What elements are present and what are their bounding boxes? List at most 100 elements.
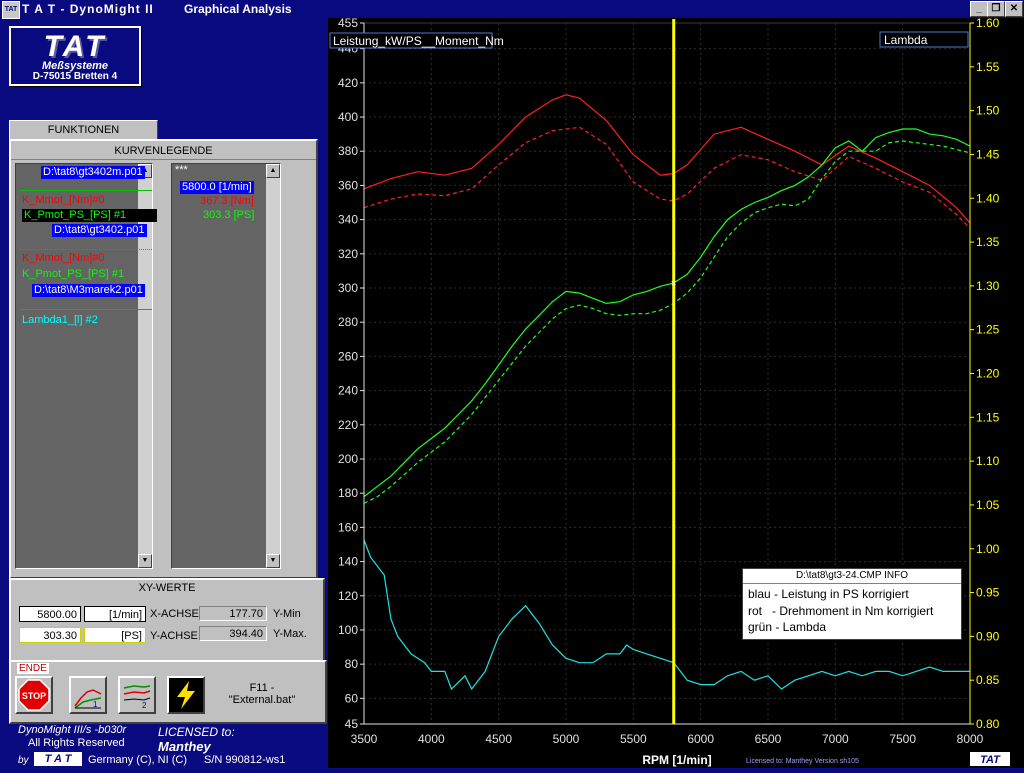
info-box: D:\tat8\gt3-24.CMP INFO blau - Leistung … [742, 568, 962, 640]
y-max-label: Y-Max. [273, 628, 307, 640]
scroll-down-arrow-icon[interactable]: ▼ [266, 554, 280, 568]
f11-action: "External.bat" [228, 694, 296, 706]
y2-tick-label: 0.80 [976, 717, 1000, 731]
y-min-value: 177.70 [199, 606, 267, 621]
by-text: by [18, 755, 29, 766]
y2-tick-label: 1.55 [976, 60, 1000, 74]
x-tick-label: 4000 [418, 732, 445, 746]
y2-tick-label: 1.30 [976, 279, 1000, 293]
legend-item-curve[interactable]: K_Mmot_[Nm]#0 [22, 252, 105, 265]
cursor-values-list[interactable]: ▲ ▼ *** 5800.0 [1/min] 367.3 [Nm] 303.3 … [171, 163, 281, 569]
legend-item-curve[interactable]: Lambda1_[l] #2 [22, 314, 98, 327]
x-tick-label: 5000 [553, 732, 580, 746]
legend-item-curve[interactable]: K_Mmot_[Nm]#0 [22, 194, 105, 207]
stop-sign-icon: STOP [18, 679, 50, 711]
y-tick-label: 280 [338, 315, 358, 329]
tab-funktionen[interactable]: FUNKTIONEN [9, 120, 158, 140]
y2-tick-label: 1.05 [976, 498, 1000, 512]
graph-2-button[interactable]: 2 [118, 676, 156, 714]
tat-brand-badge: T A T [34, 752, 82, 766]
y-tick-label: 45 [345, 717, 359, 731]
stop-button[interactable]: STOP [15, 676, 53, 714]
y2-tick-label: 0.90 [976, 629, 1000, 643]
stop-text: STOP [22, 691, 46, 701]
y2-tick-label: 0.95 [976, 586, 1000, 600]
scroll-up-arrow-icon[interactable]: ▲ [266, 164, 280, 178]
y2-tick-label: 1.50 [976, 104, 1000, 118]
y-tick-label: 380 [338, 144, 358, 158]
chart-area[interactable]: 3500 4000 4500 5000 5500 6000 6500 7000 7500 8000… [328, 16, 1024, 768]
y-tick-label: 240 [338, 384, 358, 398]
title-bar: TAT T A T - DynoMight II Graphical Analy… [0, 0, 1024, 19]
dyno-chart[interactable]: 3500 4000 4500 5000 5500 6000 6500 7000 7500 8000… [328, 16, 1024, 768]
y-max-value: 394.40 [199, 626, 267, 641]
legend-separator [20, 249, 152, 251]
xy-header: XY-WERTE [138, 582, 196, 594]
external-bat-button[interactable] [167, 676, 205, 714]
y-tick-label: 360 [338, 178, 358, 192]
cursor-marker: × [671, 278, 677, 289]
f11-key: F11 - [249, 682, 275, 694]
logo-address: D-75015 Bretten 4 [32, 71, 118, 82]
close-button[interactable]: ✕ [1005, 1, 1023, 17]
lightning-icon [177, 681, 195, 709]
chart-ticks: 3500 4000 4500 5000 5500 6000 6500 7000 7500 8000… [338, 16, 1000, 767]
y2-tick-label: 0.85 [976, 673, 1000, 687]
x-value-field[interactable]: 5800.00 [19, 606, 81, 622]
x-tick-label: 6500 [755, 732, 782, 746]
legend-header: KURVENLEGENDE [11, 143, 316, 160]
logo-name: TAT [43, 30, 107, 63]
values-header: *** [175, 164, 188, 176]
y2-tick-label: 1.00 [976, 542, 1000, 556]
y-tick-label: 120 [338, 589, 358, 603]
legend-item-file[interactable]: D:\tat8\M3marek2.p01 [32, 284, 145, 297]
info-row-blue: blau - Leistung in PS korrigiert [748, 587, 909, 601]
x-unit-field[interactable]: [1/min] [84, 606, 146, 622]
restore-button[interactable]: ❐ [987, 1, 1005, 17]
y-min-label: Y-Min [273, 608, 301, 620]
scroll-down-arrow-icon[interactable]: ▼ [138, 554, 152, 568]
ende-label: ENDE [17, 663, 49, 674]
app-title: T A T - DynoMight II [22, 2, 154, 16]
cursor-value-rpm: 5800.0 [1/min] [180, 181, 254, 194]
y2-tick-label: 1.60 [976, 18, 1000, 30]
chart-overlay: × Leistung_kW/PS__Moment_Nm Lambda Licensed… [329, 19, 1010, 766]
f11-label: F11 - "External.bat" [217, 682, 307, 706]
y-unit-field[interactable]: [PS] [84, 627, 146, 643]
y-tick-label: 60 [345, 691, 359, 705]
x-tick-label: 4500 [485, 732, 512, 746]
legend-item-curve[interactable]: K_Pmot_PS_[PS] #1 [22, 209, 157, 222]
y-tick-label: 180 [338, 486, 358, 500]
legend-item-curve[interactable]: K_Pmot_PS_[PS] #1 [22, 268, 124, 281]
y2-tick-label: 1.45 [976, 147, 1000, 161]
legend-list[interactable]: ▲ ▼ D:\tat8\gt3402m.p01 K_Mmot_[Nm]#0 K_… [15, 163, 157, 569]
version-text: DynoMight III/s -b030r [18, 724, 127, 736]
right-axis-label: Lambda [884, 33, 928, 47]
y-tick-label: 140 [338, 555, 358, 569]
legend-item-file[interactable]: D:\tat8\gt3402.p01 [52, 224, 147, 237]
curve-legend-panel: KURVENLEGENDE ▲ ▼ D:\tat8\gt3402m.p01 K_… [9, 139, 318, 579]
minimize-button[interactable]: _ [970, 1, 988, 17]
series-line [363, 128, 971, 498]
graph-1-button[interactable]: 1 [69, 676, 107, 714]
y-tick-label: 320 [338, 247, 358, 261]
x-axis-label: RPM [1/min] [642, 753, 711, 767]
app-icon[interactable]: TAT [2, 1, 20, 19]
left-axis-label: Leistung_kW/PS__Moment_Nm [333, 34, 504, 48]
values-list-scrollbar[interactable]: ▲ ▼ [266, 164, 280, 568]
graph-2-number: 2 [142, 701, 147, 710]
y-value-field[interactable]: 303.30 [19, 627, 81, 643]
graph-2-icon: 2 [123, 681, 151, 710]
cursor-value-torque: 367.3 [Nm] [200, 195, 254, 207]
series-line [363, 126, 971, 229]
tat-logo: TAT Meßsysteme D-75015 Bretten 4 [9, 26, 141, 86]
x-tick-label: 6000 [687, 732, 714, 746]
y-tick-label: 200 [338, 452, 358, 466]
legend-item-file[interactable]: D:\tat8\gt3402m.p01 [41, 166, 145, 179]
y-tick-label: 80 [345, 657, 359, 671]
x-tick-label: 5500 [620, 732, 647, 746]
x-tick-label: 8000 [957, 732, 984, 746]
info-row-red: rot - Drehmoment in Nm korrigiert [748, 604, 934, 618]
y2-tick-label: 1.35 [976, 235, 1000, 249]
window-mode-title: Graphical Analysis [184, 2, 292, 16]
